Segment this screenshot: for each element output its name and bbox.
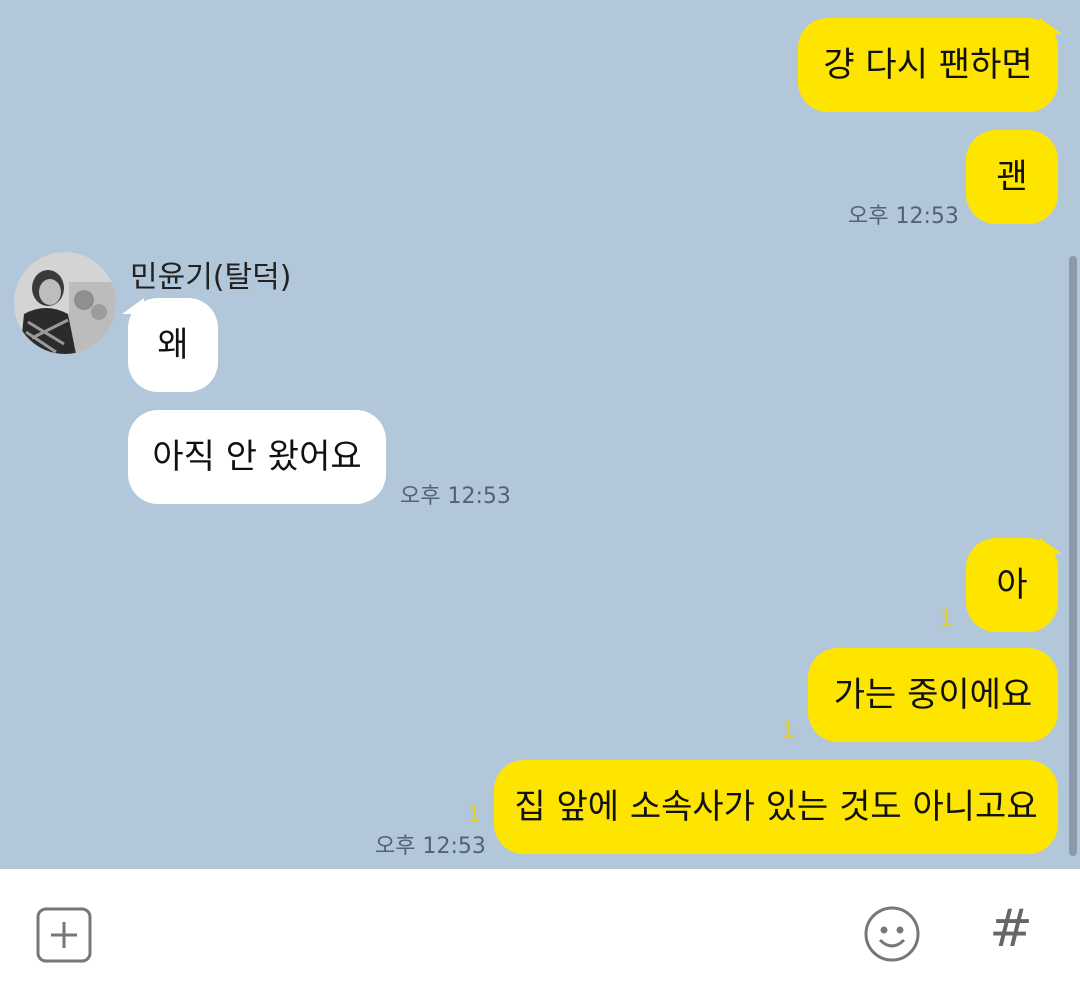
message-text: 가는 중이에요 xyxy=(833,675,1033,715)
hash-icon[interactable]: # xyxy=(986,899,1036,959)
sender-name: 민윤기(탈덕) xyxy=(130,260,292,295)
emoji-icon[interactable] xyxy=(862,904,922,964)
message-timestamp: 오후 12:53 xyxy=(375,834,486,859)
message-text: 아직 안 왔어요 xyxy=(152,437,362,477)
message-timestamp: 오후 12:53 xyxy=(400,484,511,509)
message-text: 걍 다시 팬하면 xyxy=(823,45,1033,85)
plus-icon[interactable] xyxy=(36,907,92,963)
unread-count: 1 xyxy=(468,802,481,826)
bubble-tail xyxy=(1040,538,1062,554)
outgoing-message-bubble[interactable]: 걍 다시 팬하면 xyxy=(798,18,1058,112)
outgoing-message-bubble[interactable]: 괜 xyxy=(966,130,1058,224)
chat-area[interactable]: 걍 다시 팬하면 괜 오후 12:53 민윤기(탈덕) 왜 아직 안 왔어요 오… xyxy=(0,0,1080,869)
outgoing-message-bubble[interactable]: 집 앞에 소속사가 있는 것도 아니고요 xyxy=(494,760,1058,854)
input-bar: # xyxy=(0,869,1080,995)
outgoing-message-bubble[interactable]: 가는 중이에요 xyxy=(808,648,1058,742)
avatar[interactable] xyxy=(14,252,116,354)
unread-count: 1 xyxy=(782,718,795,742)
profile-photo xyxy=(14,252,116,354)
message-text: 왜 xyxy=(157,325,189,365)
message-timestamp: 오후 12:53 xyxy=(848,204,959,229)
message-text: 괜 xyxy=(996,157,1028,197)
incoming-message-bubble[interactable]: 왜 xyxy=(128,298,218,392)
message-text: 아 xyxy=(996,565,1028,605)
incoming-message-bubble[interactable]: 아직 안 왔어요 xyxy=(128,410,386,504)
scrollbar[interactable] xyxy=(1069,256,1077,856)
unread-count: 1 xyxy=(940,606,953,630)
bubble-tail xyxy=(1040,18,1062,34)
message-text: 집 앞에 소속사가 있는 것도 아니고요 xyxy=(514,787,1038,827)
